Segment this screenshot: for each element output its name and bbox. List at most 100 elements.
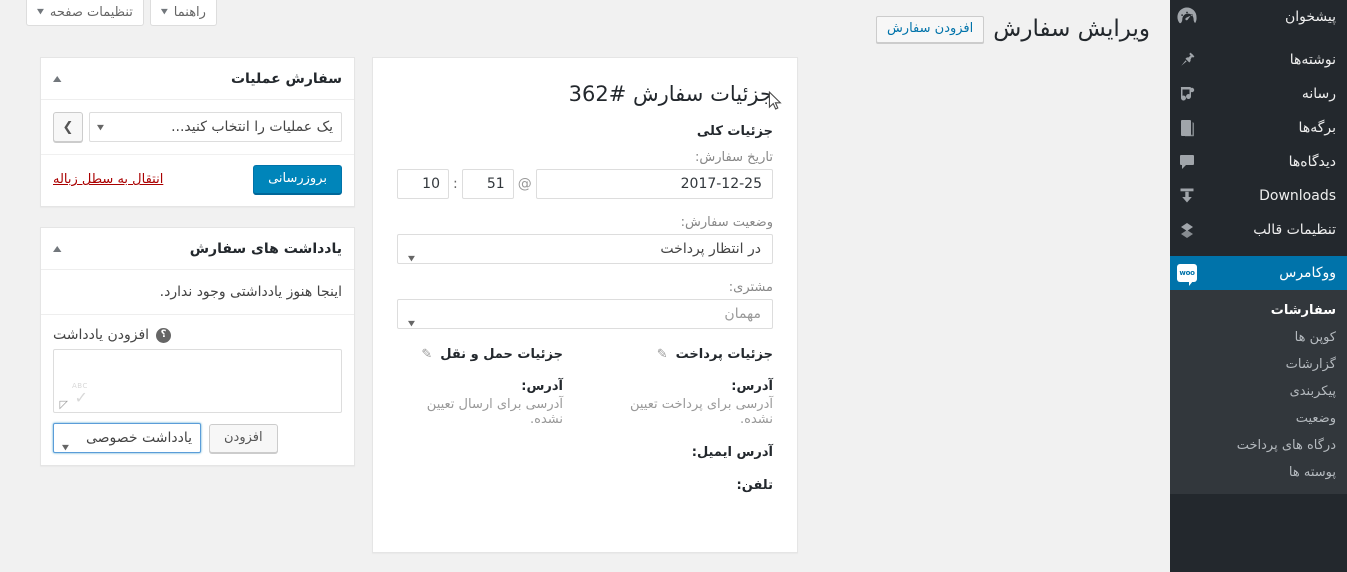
note-type-select[interactable]: ▼ یادداشت خصوصی [53, 423, 201, 453]
sidebar-item-media[interactable]: رسانه [1170, 77, 1347, 111]
order-date-input[interactable]: 2017-12-25 [535, 169, 773, 199]
shipping-title: جزئیات حمل و نقل [440, 347, 563, 362]
sidebar-item-dashboard[interactable]: پیشخوان [1170, 0, 1347, 34]
add-order-button[interactable]: افزودن سفارش [875, 15, 985, 43]
page-header: ویرایش سفارش افزودن سفارش [20, 12, 1150, 46]
download-icon [1170, 179, 1204, 213]
sidebar-subitem-coupons[interactable]: کوپن ها [1170, 324, 1347, 351]
sidebar-item-label: برگه‌ها [1298, 120, 1336, 136]
billing-phone-block: تلفن: [607, 478, 773, 493]
sidebar-item-posts[interactable]: نوشته‌ها [1170, 43, 1347, 77]
shipping-address-block: آدرس: آدرسی برای ارسال تعیین نشده. [397, 379, 563, 427]
media-icon [1170, 77, 1204, 111]
sidebar-subitem-reports[interactable]: گزارشات [1170, 351, 1347, 378]
order-status-select[interactable]: ▼ در انتظار پرداخت [397, 234, 773, 264]
comments-icon [1170, 145, 1204, 179]
apply-action-button[interactable]: ❯ [53, 112, 83, 142]
edit-pencil-icon[interactable]: ✎ [421, 348, 432, 361]
general-details-heading: جزئیات کلی [696, 124, 773, 139]
sidebar-subitem-payment-gateways[interactable]: درگاه های پرداخت [1170, 432, 1347, 459]
order-actions-title: سفارش عملیات [230, 70, 342, 87]
shipping-address-value: آدرسی برای ارسال تعیین نشده. [426, 397, 563, 427]
main-column: جزئیات سفارش #362 جزئیات کلی تاریخ سفارش… [372, 57, 798, 553]
admin-sidebar: پیشخوان نوشته‌ها رسانه برگه‌ها دید [1170, 0, 1347, 572]
order-notes-empty-text: اینجا هنوز یادداشتی وجود ندارد. [41, 270, 354, 315]
collapse-toggle-icon[interactable]: ▲ [53, 244, 61, 253]
billing-address-value: آدرسی برای پرداخت تعیین نشده. [629, 397, 773, 427]
order-date-row: 2017-12-25 @ 51 : 10 [397, 169, 773, 199]
sidebar-item-label: ووکامرس [1279, 265, 1336, 281]
collapse-toggle-icon[interactable]: ▲ [53, 74, 61, 83]
order-customer-value: مهمان [724, 306, 761, 322]
add-note-button[interactable]: افزودن [209, 423, 278, 453]
order-customer-label: مشتری: [728, 280, 773, 295]
admin-screen: پیشخوان نوشته‌ها رسانه برگه‌ها دید [0, 0, 1347, 572]
order-actions-row: یک عملیات را انتخاب کنید... ▼ ❯ [41, 100, 354, 155]
add-note-section: ؟ افزودن یادداشت ABC ✓ ◸ افزودن ▼ یادداش… [41, 315, 354, 465]
order-action-select[interactable]: یک عملیات را انتخاب کنید... [89, 112, 342, 142]
chevron-down-icon: ▼ [62, 444, 69, 452]
billing-address-block: آدرس: آدرسی برای پرداخت تعیین نشده. [607, 379, 773, 427]
sidebar-item-label: پیشخوان [1284, 9, 1336, 25]
add-note-textarea[interactable]: ABC ✓ ◸ [53, 349, 342, 413]
sidebar-item-label: دیدگاه‌ها [1288, 154, 1336, 170]
order-date-label: تاریخ سفارش: [695, 150, 773, 165]
sidebar-item-woocommerce[interactable]: ووکامرس woo [1170, 256, 1347, 290]
sidebar-subitem-status[interactable]: وضعیت [1170, 405, 1347, 432]
sidebar-item-label: رسانه [1301, 86, 1336, 102]
help-icon[interactable]: ؟ [156, 327, 172, 343]
shipping-address-label: آدرس: [521, 379, 563, 394]
sidebar-gap [1170, 247, 1347, 256]
order-minute-input[interactable]: 10 [397, 169, 449, 199]
billing-title: جزئیات پرداخت [675, 347, 773, 362]
billing-phone-label: تلفن: [736, 478, 773, 493]
billing-header: جزئیات پرداخت ✎ [607, 347, 773, 362]
sidebar-separator [1170, 34, 1347, 43]
order-notes-title: یادداشت های سفارش [189, 240, 342, 257]
admin-body: تنظیمات صفحه ▼ راهنما ▼ ویرایش سفارش افز… [0, 0, 1170, 572]
sidebar-item-label: تنظیمات قالب [1253, 222, 1336, 238]
order-heading: جزئیات سفارش #362 [568, 82, 773, 106]
billing-email-block: آدرس ایمیل: [607, 445, 773, 460]
order-hour-input[interactable]: 51 [461, 169, 514, 199]
woocommerce-submenu: سفارشات کوپن ها گزارشات پیکربندی وضعیت د… [1170, 290, 1347, 494]
sidebar-subitem-orders[interactable]: سفارشات [1170, 297, 1347, 324]
sidebar-item-downloads[interactable]: Downloads [1170, 179, 1347, 213]
sidebar-gap-bottom [1170, 494, 1347, 503]
resize-handle-icon[interactable]: ◸ [56, 399, 68, 411]
chevron-down-icon: ▼ [408, 320, 415, 328]
billing-column: جزئیات پرداخت ✎ آدرس: آدرسی برای پرداخت … [585, 347, 773, 511]
sidebar-item-comments[interactable]: دیدگاه‌ها [1170, 145, 1347, 179]
shipping-header: جزئیات حمل و نقل ✎ [397, 347, 563, 362]
sidebar-item-partial[interactable] [1170, 503, 1347, 537]
chevron-down-icon: ▼ [408, 255, 415, 263]
order-notes-box: یادداشت های سفارش ▲ اینجا هنوز یادداشتی … [40, 227, 355, 466]
sidebar-item-theme-settings[interactable]: تنظیمات قالب [1170, 213, 1347, 247]
note-type-value: یادداشت خصوصی [85, 430, 192, 446]
at-separator: @ [517, 176, 532, 192]
time-colon-separator: : [453, 176, 458, 192]
spellcheck-check: ✓ [74, 388, 88, 407]
pages-icon [1170, 111, 1204, 145]
woocommerce-icon: woo [1170, 256, 1204, 290]
sidebar-subitem-settings[interactable]: پیکربندی [1170, 378, 1347, 405]
order-customer-select[interactable]: ▼ مهمان [397, 299, 773, 329]
move-to-trash-link[interactable]: انتقال به سطل زباله [53, 172, 163, 187]
shipping-column: جزئیات حمل و نقل ✎ آدرس: آدرسی برای ارسا… [397, 347, 585, 511]
sidebar-item-pages[interactable]: برگه‌ها [1170, 111, 1347, 145]
order-address-columns: جزئیات پرداخت ✎ آدرس: آدرسی برای پرداخت … [397, 347, 773, 511]
edit-pencil-icon[interactable]: ✎ [657, 348, 668, 361]
update-button[interactable]: بروزرسانی [253, 165, 342, 194]
billing-address-label: آدرس: [731, 379, 773, 394]
order-status-value: در انتظار پرداخت [660, 241, 761, 257]
billing-email-label: آدرس ایمیل: [691, 445, 773, 460]
sidebar-item-label: نوشته‌ها [1289, 52, 1336, 68]
order-notes-header[interactable]: یادداشت های سفارش ▲ [41, 228, 354, 270]
add-note-label: افزودن یادداشت [53, 327, 150, 343]
order-action-select-wrap: یک عملیات را انتخاب کنید... ▼ [89, 112, 342, 142]
page-title: ویرایش سفارش [993, 15, 1150, 42]
order-actions-header[interactable]: سفارش عملیات ▲ [41, 58, 354, 100]
post-body: سفارش عملیات ▲ یک عملیات را انتخاب کنید.… [20, 57, 1150, 569]
pin-icon [1170, 43, 1204, 77]
sidebar-subitem-themes[interactable]: پوسته ها [1170, 459, 1347, 486]
